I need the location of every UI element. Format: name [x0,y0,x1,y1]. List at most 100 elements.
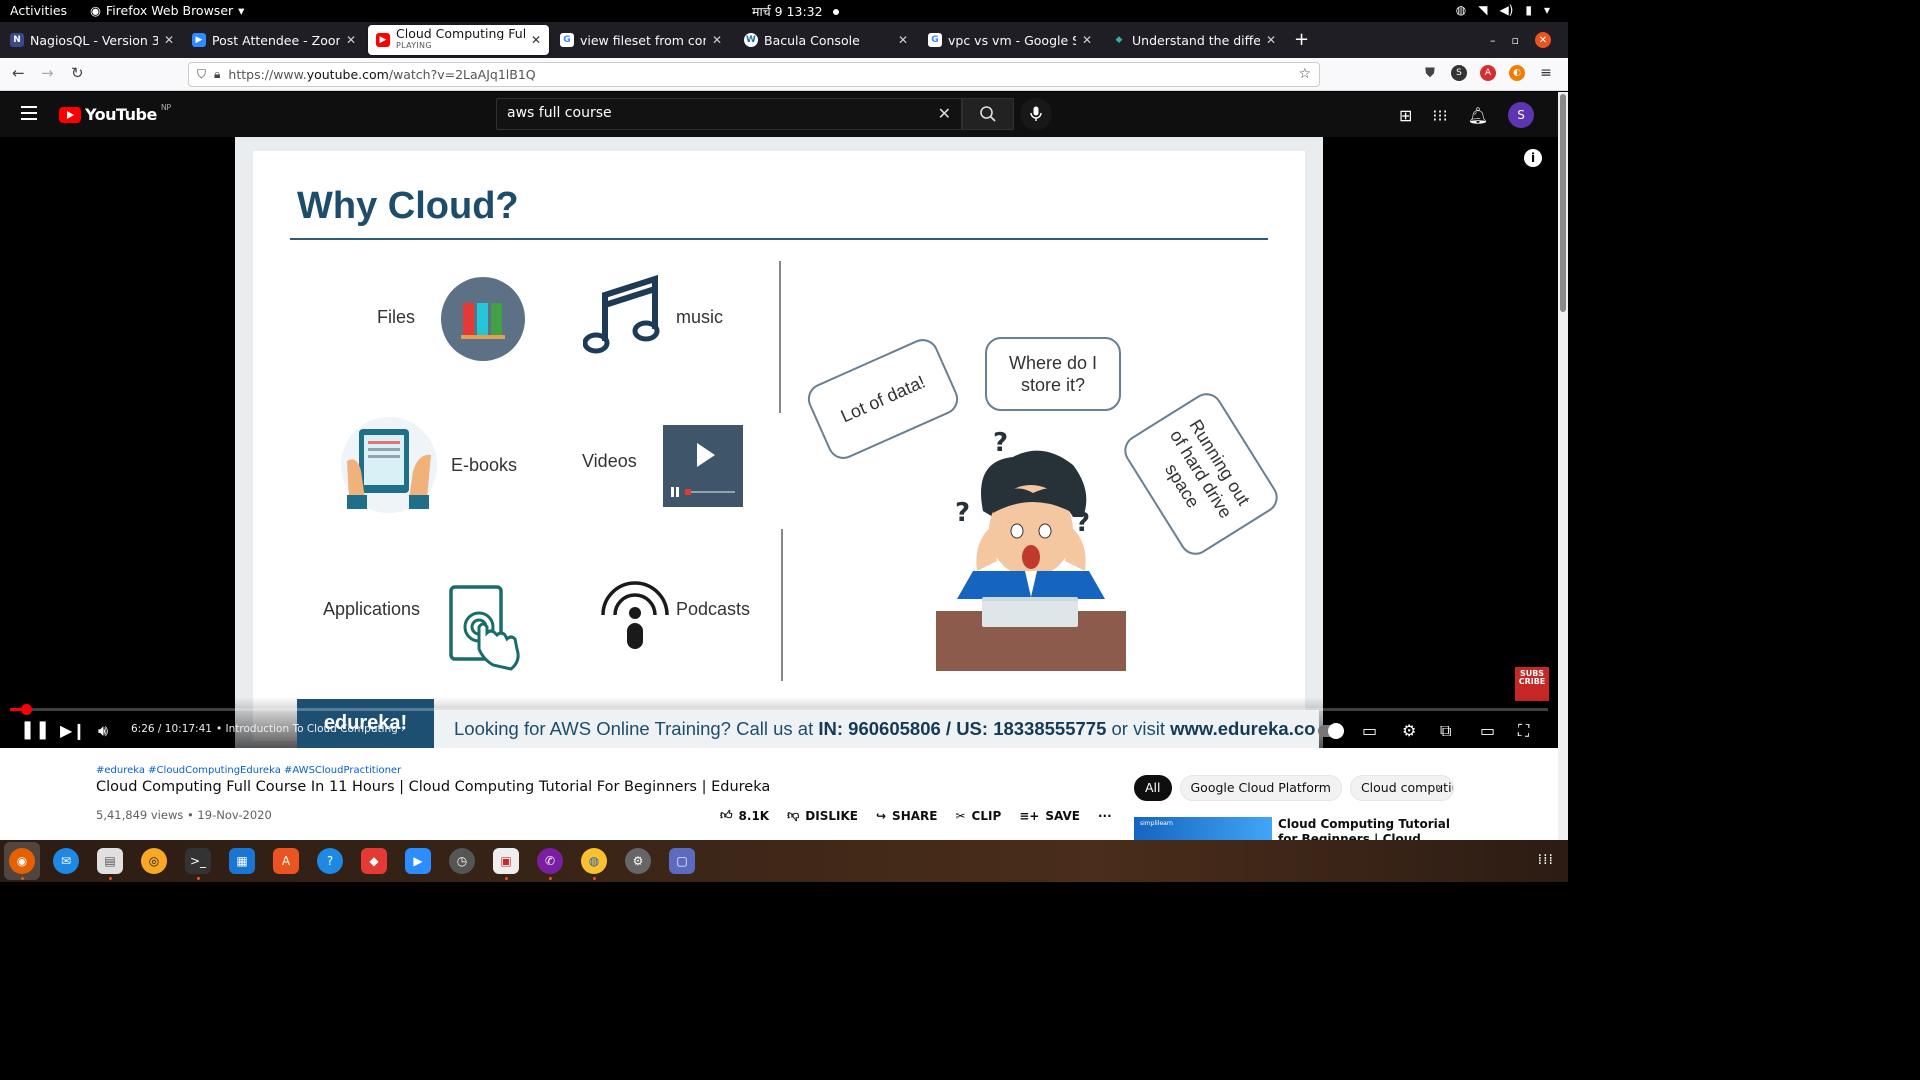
clock-icon[interactable]: ◷ [449,848,475,874]
video-hashtags[interactable]: #edureka #CloudComputingEdureka #AWSClou… [96,765,401,776]
header-actions: ⊞ ⁝⁝⁝ 🔔︎ S [1399,102,1534,128]
close-tab-icon[interactable]: ✕ [1266,33,1276,47]
running-indicator [197,877,200,880]
workspace-icon[interactable]: ▢ [669,848,695,874]
writer-icon[interactable]: ▦ [229,848,255,874]
tab-title: NagiosQL - Version 3.2.0 [30,32,158,48]
activities-button[interactable]: Activities [10,3,67,18]
autoplay-toggle[interactable] [1318,723,1344,739]
close-tab-icon[interactable]: ✕ [346,33,356,47]
page-scrollbar[interactable] [1558,92,1568,840]
share-button[interactable]: ↪ SHARE [876,809,937,823]
save-button[interactable]: ≡+ SAVE [1019,809,1080,823]
back-icon[interactable]: ← [12,64,25,82]
site-favicon-icon: ◆ [1115,35,1123,45]
fullscreen-icon[interactable]: ⛶ [1518,721,1529,741]
system-tray[interactable]: ◍ ◥ ◀) ▮ ▾ [1456,3,1550,17]
progress-scrubber[interactable] [20,704,32,715]
chip-google-cloud-platform[interactable]: Google Cloud Platform [1179,775,1342,801]
video-player[interactable]: Why Cloud? Files music E-books Videos Ap… [0,137,1558,748]
progress-bar[interactable] [10,704,1548,715]
recommendation-title[interactable]: Cloud Computing Tutorial for Beginners |… [1278,817,1468,840]
close-tab-icon[interactable]: ✕ [164,33,174,47]
show-applications-icon[interactable]: ⁞⁞⁞ [1538,852,1554,868]
pause-button[interactable]: ❚❚ [20,719,50,740]
thunderbird-icon[interactable]: ✉ [53,848,79,874]
running-indicator [549,877,552,880]
chevron-right-icon[interactable]: › [1437,780,1442,794]
anydesk-icon[interactable]: ◆ [361,848,387,874]
notifications-bell-icon[interactable]: 🔔︎ [1468,106,1488,125]
url-bar[interactable]: ⛉ 🔒︎ https://www.youtube.com/watch?v=2La… [188,62,1320,87]
chip-all[interactable]: All [1134,775,1172,801]
miniplayer-icon[interactable]: ⧉ [1440,721,1451,741]
subtitles-icon[interactable]: ▭ [1362,721,1377,740]
info-icon[interactable]: i [1524,149,1542,167]
menu-icon[interactable]: ≡ [1538,65,1554,81]
rhythmbox-icon[interactable]: ◎ [141,848,167,874]
clear-search-icon[interactable]: ✕ [938,104,951,123]
next-button[interactable]: ▶❙ [60,721,86,740]
viber-icon[interactable]: ✆ [537,848,563,874]
tab-understand[interactable]: ◆ Understand the differenc ✕ [1104,25,1284,55]
like-button[interactable]: 👍︎ 8.1K [720,808,769,823]
search-input[interactable]: aws full course ✕ [496,98,962,130]
tab-vpc-search[interactable]: G vpc vs vm - Google Search ✕ [920,25,1100,55]
youtube-logo[interactable]: YouTube NP [59,103,171,124]
close-tab-icon[interactable]: ✕ [531,33,541,47]
forward-icon[interactable]: → [41,64,54,82]
clip-button[interactable]: ✂ CLIP [955,809,1001,823]
adblock-icon[interactable]: A [1480,65,1496,81]
tab-title: Understand the differenc [1132,32,1260,48]
close-tab-icon[interactable]: ✕ [1082,33,1092,47]
more-actions-icon[interactable]: ··· [1098,809,1112,823]
close-window-icon[interactable]: ✕ [1534,32,1551,48]
firefox-icon[interactable]: ◉ [9,848,35,874]
apps-grid-icon[interactable]: ⁝⁝⁝ [1432,106,1447,125]
subscribe-watermark[interactable]: SUBS CRIBE [1515,667,1549,701]
pocket-icon[interactable]: ⛊ [1422,65,1438,81]
create-video-icon[interactable]: ⊞ [1399,106,1412,125]
settings-icon[interactable]: ⚙ [625,848,651,874]
extension-icon[interactable]: ◐ [1509,65,1525,81]
chapter-title[interactable]: • Introduction To Cloud Computing › [216,723,405,735]
wordpress-favicon-icon: W [744,33,758,47]
restore-icon[interactable]: ▫ [1512,34,1519,47]
app-menu[interactable]: ◉ Firefox Web Browser ▾ [90,3,244,18]
dislike-button[interactable]: 👎︎ DISLIKE [787,808,858,823]
minimize-icon[interactable]: – [1490,34,1496,47]
tab-fileset[interactable]: G view fileset from console ✕ [552,25,730,55]
zoom-icon[interactable]: ▶ [405,848,431,874]
tab-title: Bacula Console [764,32,860,48]
search-button[interactable] [962,98,1014,130]
menu-icon[interactable] [21,106,37,124]
shield-icon[interactable]: ⛉ [197,67,206,82]
tab-youtube-active[interactable]: ▶ Cloud Computing Full Co PLAYING ✕ [368,25,549,55]
tab-nagiosql[interactable]: N NagiosQL - Version 3.2.0 ✕ [2,25,182,55]
tab-zoom[interactable]: ▶ Post Attendee - Zoom ✕ [184,25,364,55]
screenshot-icon[interactable]: ▣ [493,848,519,874]
close-tab-icon[interactable]: ✕ [712,33,722,47]
ebook-reader-icon [341,417,437,513]
terminal-icon[interactable]: >_ [185,848,211,874]
reload-icon[interactable]: ↻ [71,64,84,82]
tab-bacula[interactable]: W Bacula Console ✕ [736,25,916,55]
new-tab-button[interactable]: + [1294,29,1309,50]
chrome-icon[interactable]: ◍ [581,848,607,874]
lock-icon[interactable]: 🔒︎ [214,67,220,82]
theater-mode-icon[interactable]: ▭ [1480,721,1495,740]
bookmark-star-icon[interactable]: ☆ [1298,66,1311,82]
account-icon[interactable]: S [1451,65,1467,81]
software-center-icon[interactable]: A [273,848,299,874]
scrollbar-thumb[interactable] [1560,94,1566,312]
volume-button[interactable]: 🔊︎ [98,721,108,741]
settings-gear-icon[interactable]: ⚙ [1402,721,1416,740]
voice-search-button[interactable] [1020,98,1052,130]
clock[interactable]: मार्च 9 13:32 [752,3,839,20]
files-icon[interactable]: ▤ [97,848,123,874]
close-tab-icon[interactable]: ✕ [898,33,908,47]
help-icon[interactable]: ? [317,848,343,874]
avatar[interactable]: S [1508,102,1534,128]
podcasts-label: Podcasts [676,599,751,619]
recommendation-thumbnail[interactable]: simplilearn [1134,817,1272,840]
